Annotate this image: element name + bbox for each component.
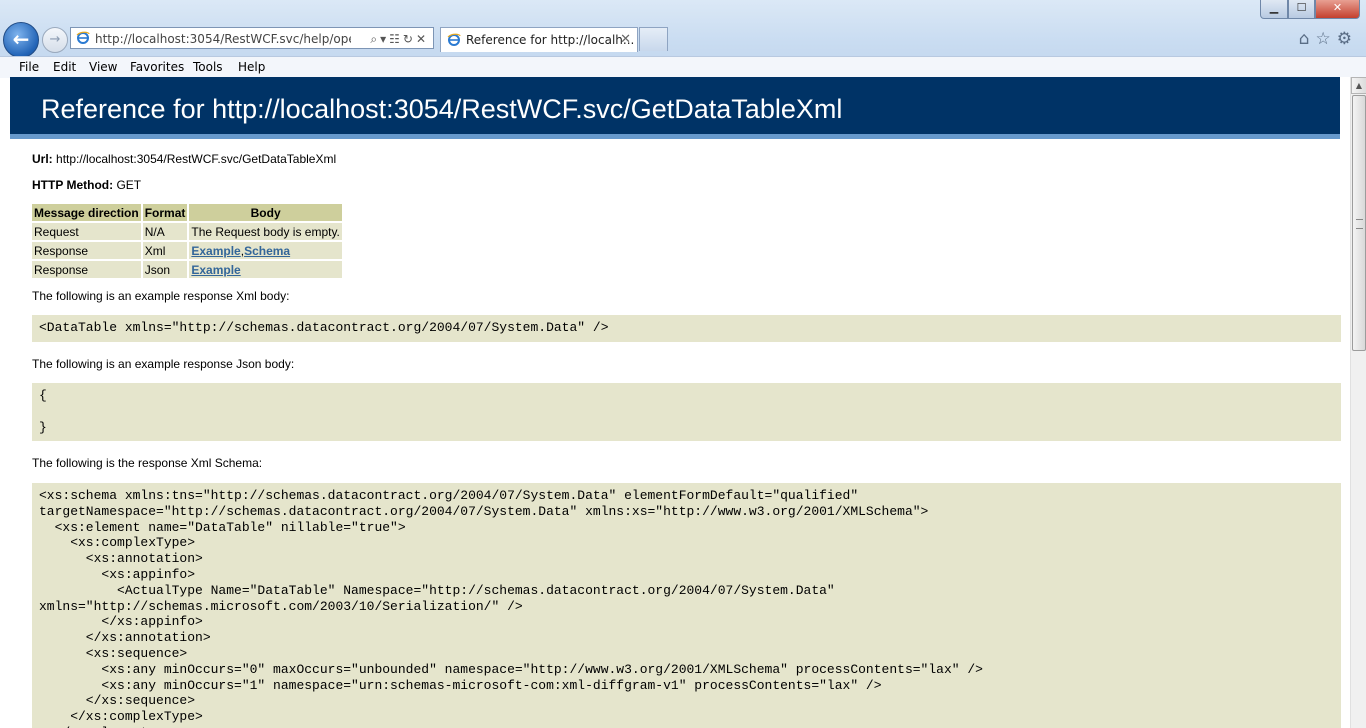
compat-view-icon[interactable]: ☷ <box>389 32 403 46</box>
table-row: Response Json Example <box>32 261 342 278</box>
tab-title: Reference for http://localh... <box>466 33 635 47</box>
banner-strip <box>10 134 1340 139</box>
back-arrow-icon: ← <box>12 27 30 51</box>
cell-format: Json <box>142 261 188 278</box>
cell-body: Example <box>189 261 342 278</box>
forward-button[interactable]: → <box>42 27 68 53</box>
maximize-icon[interactable]: ☐ <box>1288 0 1315 19</box>
ie-page-icon <box>76 31 90 44</box>
col-body: Body <box>189 204 342 221</box>
menu-favorites[interactable]: Favorites <box>130 57 184 77</box>
xml-schema-link[interactable]: Schema <box>244 244 290 258</box>
window-controls: ▁ ☐ ✕ <box>1260 0 1360 19</box>
scroll-up-arrow-icon[interactable]: ▲ <box>1351 77 1366 94</box>
table-header-row: Message direction Format Body <box>32 204 342 221</box>
address-tools: ⌕▾☷↻✕ <box>370 28 429 50</box>
xml-schema-block: <xs:schema xmlns:tns="http://schemas.dat… <box>32 483 1341 728</box>
favorites-star-icon[interactable]: ☆ <box>1316 29 1337 49</box>
dropdown-icon[interactable]: ▾ <box>380 32 389 46</box>
schema-intro: The following is the response Xml Schema… <box>32 456 263 470</box>
table-row: Request N/A The Request body is empty. <box>32 223 342 240</box>
xml-example-intro: The following is an example response Xml… <box>32 289 290 303</box>
close-window-icon[interactable]: ✕ <box>1315 0 1360 19</box>
table-row: Response Xml Example,Schema <box>32 242 342 259</box>
url-line: Url: http://localhost:3054/RestWCF.svc/G… <box>32 152 336 166</box>
url-value: http://localhost:3054/RestWCF.svc/GetDat… <box>56 152 337 166</box>
menu-tools[interactable]: Tools <box>193 57 223 77</box>
page-viewport: Reference for http://localhost:3054/Rest… <box>10 77 1350 728</box>
cell-body: The Request body is empty. <box>189 223 342 240</box>
xml-example-link[interactable]: Example <box>191 244 240 258</box>
json-example-link[interactable]: Example <box>191 263 240 277</box>
vertical-scrollbar[interactable]: ▲ <box>1350 77 1366 728</box>
menu-bar: File Edit View Favorites Tools Help <box>0 56 1366 78</box>
scroll-thumb[interactable] <box>1352 95 1366 351</box>
address-bar[interactable]: http://localhost:3054/RestWCF.svc/help/o… <box>70 27 434 49</box>
url-label: Url: <box>32 152 53 166</box>
tab-close-icon[interactable]: ✕ <box>620 28 631 52</box>
method-label: HTTP Method: <box>32 178 114 192</box>
cell-body: Example,Schema <box>189 242 342 259</box>
back-button[interactable]: ← <box>3 22 39 58</box>
cell-format: N/A <box>142 223 188 240</box>
page-banner: Reference for http://localhost:3054/Rest… <box>10 77 1340 134</box>
refresh-icon[interactable]: ↻ <box>403 32 416 46</box>
stop-icon[interactable]: ✕ <box>416 32 429 46</box>
ie-tab-icon <box>447 33 461 46</box>
new-tab-button[interactable] <box>639 27 668 51</box>
xml-example-block: <DataTable xmlns="http://schemas.datacon… <box>32 315 1341 342</box>
page-title: Reference for http://localhost:3054/Rest… <box>41 94 843 124</box>
gear-icon[interactable]: ⚙ <box>1337 29 1358 49</box>
col-format: Format <box>142 204 188 221</box>
json-example-intro: The following is an example response Jso… <box>32 357 295 371</box>
menu-view[interactable]: View <box>89 57 117 77</box>
minimize-icon[interactable]: ▁ <box>1260 0 1288 19</box>
json-example-block: { } <box>32 383 1341 441</box>
col-message-direction: Message direction <box>32 204 141 221</box>
cell-format: Xml <box>142 242 188 259</box>
scroll-grip-icon <box>1356 219 1363 229</box>
browser-chrome: ← → http://localhost:3054/RestWCF.svc/he… <box>0 0 1366 78</box>
browser-toolbar-icons: ⌂☆⚙ <box>1299 29 1358 49</box>
forward-arrow-icon: → <box>49 32 61 47</box>
cell-direction: Response <box>32 261 141 278</box>
search-icon[interactable]: ⌕ <box>370 32 380 46</box>
home-icon[interactable]: ⌂ <box>1299 29 1316 49</box>
operation-table: Message direction Format Body Request N/… <box>30 202 344 280</box>
method-value: GET <box>116 178 142 192</box>
tab-reference[interactable]: Reference for http://localh... ✕ <box>440 27 638 52</box>
menu-edit[interactable]: Edit <box>53 57 76 77</box>
method-line: HTTP Method: GET <box>32 178 141 192</box>
menu-file[interactable]: File <box>19 57 39 77</box>
address-url[interactable]: http://localhost:3054/RestWCF.svc/help/o… <box>95 28 351 50</box>
menu-help[interactable]: Help <box>238 57 265 77</box>
cell-direction: Request <box>32 223 141 240</box>
cell-direction: Response <box>32 242 141 259</box>
